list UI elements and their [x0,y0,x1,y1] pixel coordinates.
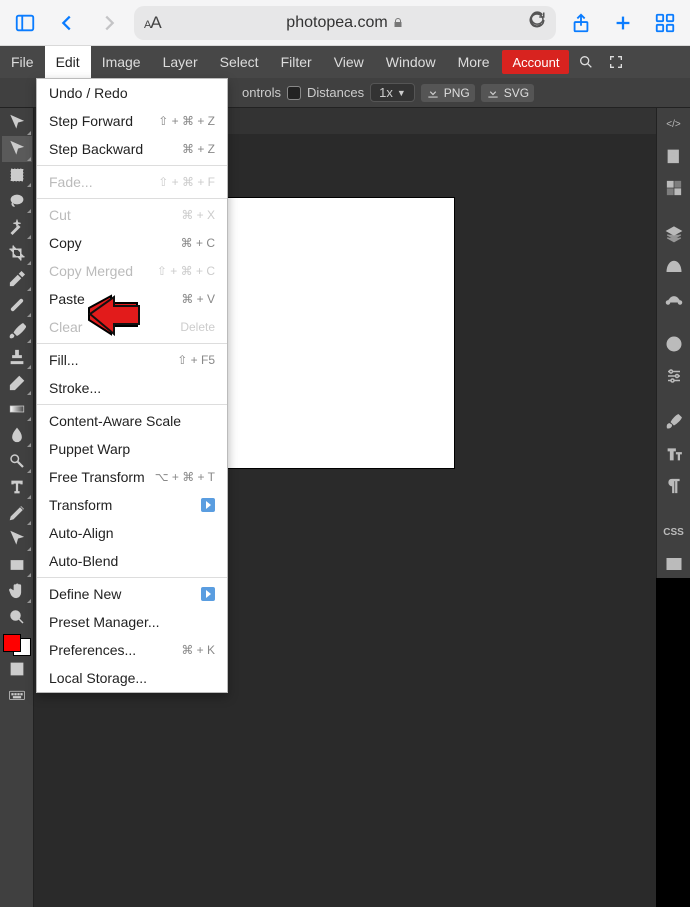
dodge-tool[interactable] [2,448,32,474]
hand-tool[interactable] [2,578,32,604]
channels-icon[interactable] [659,252,689,280]
stamp-tool[interactable] [2,344,32,370]
character-icon[interactable] [659,440,689,468]
menu-item-step-backward[interactable]: Step Backward⌘ + Z [37,135,227,163]
type-tool[interactable] [2,474,32,500]
url-text: photopea.com [286,14,387,32]
tabs-button[interactable] [648,6,682,40]
edit-menu-dropdown: Undo / RedoStep Forward⇧ + ⌘ + ZStep Bac… [36,78,228,693]
distances-label: Distances [307,85,364,100]
menu-window[interactable]: Window [375,46,447,78]
layers-icon[interactable] [659,220,689,248]
annotation-arrow-icon [87,294,142,343]
wand-tool[interactable] [2,214,32,240]
account-button[interactable]: Account [502,50,569,74]
menu-item-auto-blend[interactable]: Auto-Blend [37,547,227,575]
zoom-select[interactable]: 1x▼ [370,83,415,102]
eyedropper-tool[interactable] [2,266,32,292]
menu-image[interactable]: Image [91,46,152,78]
paragraph-icon[interactable] [659,472,689,500]
menu-item-local-storage[interactable]: Local Storage... [37,664,227,692]
pen-tool[interactable] [2,500,32,526]
menu-filter[interactable]: Filter [270,46,323,78]
swatches-icon[interactable] [659,174,689,202]
code-icon[interactable]: </> [659,110,689,138]
menu-item-preset-manager[interactable]: Preset Manager... [37,608,227,636]
menu-item-auto-align[interactable]: Auto-Align [37,519,227,547]
controls-label: ontrols [242,85,281,100]
export-svg-button[interactable]: SVG [481,84,534,102]
app-menubar: File Edit Image Layer Select Filter View… [0,46,690,78]
quickmask-tool[interactable] [2,656,32,682]
menu-select[interactable]: Select [209,46,270,78]
browser-toolbar: AA photopea.com [0,0,690,46]
menu-item-stroke[interactable]: Stroke... [37,374,227,402]
search-icon[interactable] [571,46,601,78]
color-swatch[interactable] [3,634,31,656]
menu-item-step-forward[interactable]: Step Forward⇧ + ⌘ + Z [37,107,227,135]
menu-item-undo-redo[interactable]: Undo / Redo [37,79,227,107]
move-tool[interactable] [2,110,32,136]
marquee-tool[interactable] [2,162,32,188]
lasso-tool[interactable] [2,188,32,214]
menu-more[interactable]: More [447,46,501,78]
lock-icon [392,17,404,29]
menu-item-copy[interactable]: Copy⌘ + C [37,229,227,257]
right-panel: </> CSS [656,108,690,578]
menu-item-define-new[interactable]: Define New [37,580,227,608]
address-bar[interactable]: AA photopea.com [134,6,556,40]
brush-tool[interactable] [2,318,32,344]
share-button[interactable] [564,6,598,40]
export-png-button[interactable]: PNG [421,84,475,102]
menu-item-transform[interactable]: Transform [37,491,227,519]
menu-item-puppet-warp[interactable]: Puppet Warp [37,435,227,463]
info-icon[interactable] [659,330,689,358]
left-toolbar [0,108,34,907]
new-tab-button[interactable] [606,6,640,40]
keyboard-icon[interactable] [2,682,32,708]
gradient-tool[interactable] [2,396,32,422]
menu-item-free-transform[interactable]: Free Transform⌥ + ⌘ + T [37,463,227,491]
fullscreen-icon[interactable] [601,46,631,78]
menu-item-copy-merged: Copy Merged⇧ + ⌘ + C [37,257,227,285]
menu-item-content-aware-scale[interactable]: Content-Aware Scale [37,407,227,435]
history-icon[interactable] [659,142,689,170]
menu-view[interactable]: View [323,46,375,78]
menu-item-fade: Fade...⇧ + ⌘ + F [37,168,227,196]
text-size-button[interactable]: AA [144,13,161,33]
back-button[interactable] [50,6,84,40]
eraser-tool[interactable] [2,370,32,396]
reload-button[interactable] [528,11,546,34]
image-panel-icon[interactable] [659,550,689,578]
menu-item-fill[interactable]: Fill...⇧ + F5 [37,346,227,374]
menu-edit[interactable]: Edit [45,46,91,78]
heal-tool[interactable] [2,292,32,318]
sidebar-toggle-button[interactable] [8,6,42,40]
shape-tool[interactable] [2,552,32,578]
blur-tool[interactable] [2,422,32,448]
menu-item-cut: Cut⌘ + X [37,201,227,229]
menu-layer[interactable]: Layer [152,46,209,78]
select-tool[interactable] [2,136,32,162]
css-panel-icon[interactable]: CSS [659,518,689,546]
forward-button [92,6,126,40]
menu-file[interactable]: File [0,46,45,78]
path-select-tool[interactable] [2,526,32,552]
adjust-icon[interactable] [659,362,689,390]
zoom-tool[interactable] [2,604,32,630]
paths-icon[interactable] [659,284,689,312]
distances-checkbox[interactable] [287,86,301,100]
menu-item-preferences[interactable]: Preferences...⌘ + K [37,636,227,664]
brush-panel-icon[interactable] [659,408,689,436]
crop-tool[interactable] [2,240,32,266]
